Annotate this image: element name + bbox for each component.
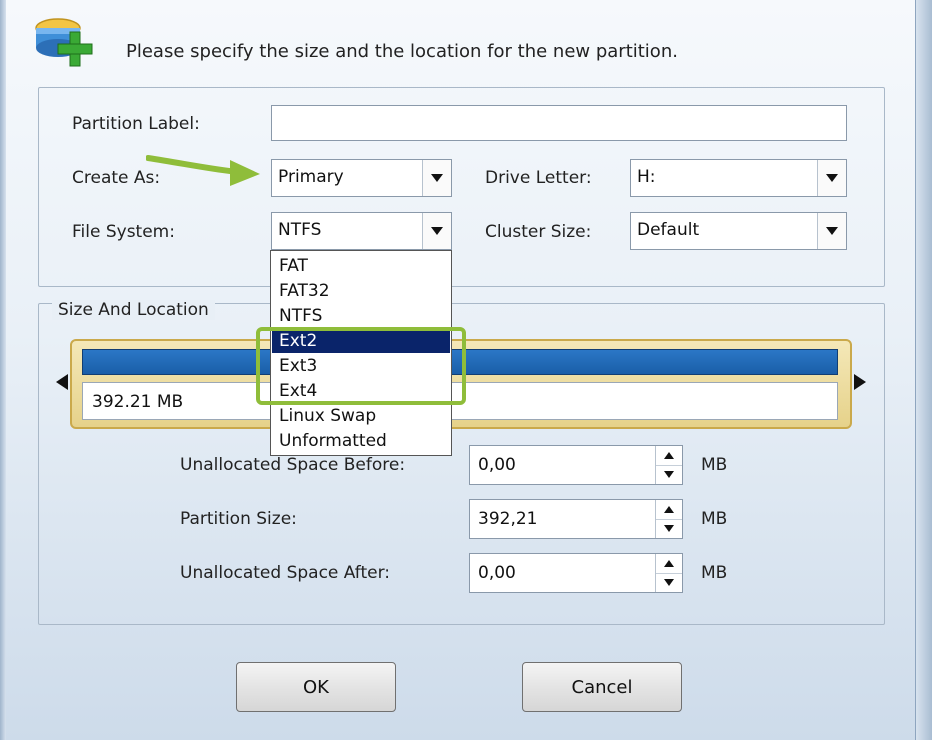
create-as-value: Primary [278, 167, 344, 187]
chevron-down-icon[interactable] [817, 160, 846, 196]
spin-up-icon[interactable] [656, 500, 682, 520]
chevron-down-icon[interactable] [422, 160, 451, 196]
dropdown-option-ntfs[interactable]: NTFS [272, 304, 450, 328]
ext-options-highlight [256, 327, 466, 405]
create-as-select[interactable]: Primary [271, 159, 452, 197]
drive-letter-select[interactable]: H: [630, 159, 847, 197]
file-system-value: NTFS [278, 220, 322, 240]
partition-label-input[interactable] [271, 105, 847, 141]
resize-handle-right-icon[interactable] [854, 374, 866, 390]
annotation-arrow-icon [146, 155, 260, 186]
dropdown-option-linux-swap[interactable]: Linux Swap [272, 404, 450, 428]
add-partition-icon [35, 18, 93, 67]
unallocated-before-label: Unallocated Space Before: [180, 455, 406, 475]
dialog-prompt: Please specify the size and the location… [126, 41, 678, 62]
partition-bar-size: 392.21 MB [92, 392, 184, 412]
drive-letter-label: Drive Letter: [485, 168, 592, 188]
unallocated-after-unit: MB [701, 563, 728, 583]
size-location-title: Size And Location [52, 300, 215, 320]
cluster-size-label: Cluster Size: [485, 222, 592, 242]
unallocated-after-spinner[interactable]: 0,00 [469, 553, 683, 593]
spin-down-icon[interactable] [656, 573, 682, 592]
dropdown-option-fat[interactable]: FAT [272, 254, 450, 278]
spin-up-icon[interactable] [656, 446, 682, 466]
chevron-down-icon[interactable] [422, 213, 451, 249]
dropdown-option-unformatted[interactable]: Unformatted [272, 429, 450, 453]
partition-size-spinner[interactable]: 392,21 [469, 499, 683, 539]
file-system-label: File System: [72, 222, 175, 242]
dropdown-option-fat32[interactable]: FAT32 [272, 279, 450, 303]
cancel-button[interactable]: Cancel [522, 662, 682, 712]
unallocated-after-value: 0,00 [478, 563, 516, 583]
spin-down-icon[interactable] [656, 465, 682, 484]
file-system-select[interactable]: NTFS [271, 212, 452, 250]
window-frame-left [0, 0, 6, 740]
partition-label-label: Partition Label: [72, 114, 200, 134]
cluster-size-select[interactable]: Default [630, 212, 847, 250]
unallocated-before-value: 0,00 [478, 455, 516, 475]
unallocated-after-label: Unallocated Space After: [180, 563, 391, 583]
ok-button[interactable]: OK [236, 662, 396, 712]
chevron-down-icon[interactable] [817, 213, 846, 249]
unallocated-before-unit: MB [701, 455, 728, 475]
drive-letter-value: H: [637, 167, 656, 187]
partition-size-unit: MB [701, 509, 728, 529]
spin-up-icon[interactable] [656, 554, 682, 574]
resize-handle-left-icon[interactable] [56, 374, 68, 390]
unallocated-before-spinner[interactable]: 0,00 [469, 445, 683, 485]
spin-down-icon[interactable] [656, 519, 682, 538]
window-frame-right [915, 0, 932, 740]
partition-size-label: Partition Size: [180, 509, 297, 529]
partition-size-value: 392,21 [478, 509, 538, 529]
cluster-size-value: Default [637, 220, 700, 240]
